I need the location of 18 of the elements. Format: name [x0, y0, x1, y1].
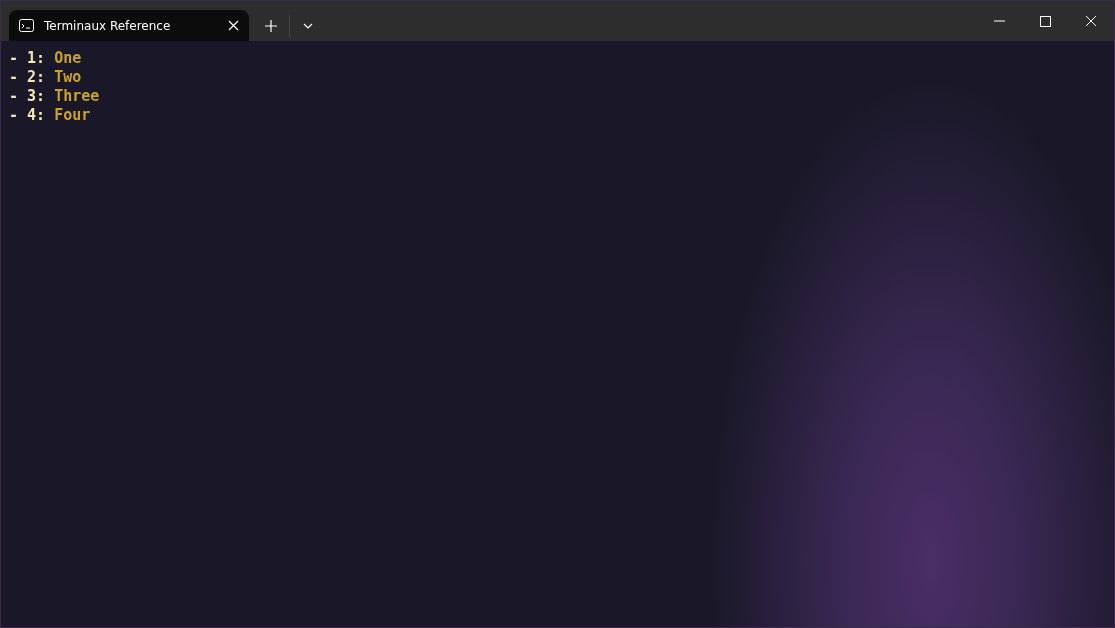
list-value: Three	[54, 87, 100, 106]
maximize-icon	[1039, 15, 1051, 27]
list-value: Four	[54, 106, 91, 125]
tab-title: Terminaux Reference	[44, 18, 172, 33]
close-icon	[1085, 15, 1097, 27]
list-marker: - 1:	[9, 49, 46, 68]
list-marker: - 4:	[9, 106, 46, 125]
list-value: One	[54, 49, 82, 68]
terminal-icon	[19, 19, 34, 32]
list-marker: - 2:	[9, 68, 46, 87]
chevron-down-icon	[303, 22, 313, 29]
close-icon	[228, 20, 239, 31]
plus-icon	[265, 19, 277, 32]
terminal-tab[interactable]: Terminaux Reference	[9, 10, 249, 41]
list-value: Two	[54, 68, 82, 87]
list-marker: - 3:	[9, 87, 46, 106]
close-tab-button[interactable]	[228, 20, 239, 31]
minimize-icon	[993, 20, 1005, 22]
